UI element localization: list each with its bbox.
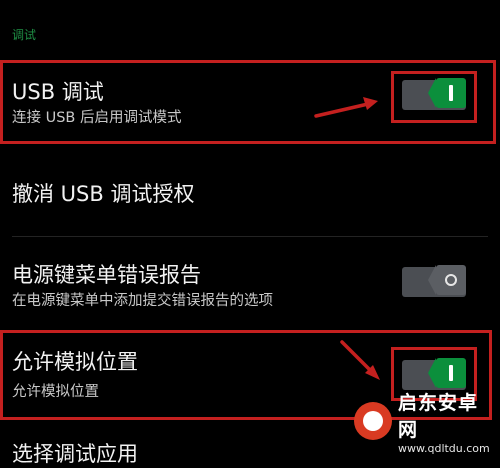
select-debug-app-row-partial[interactable]: 选择调试应用 — [12, 438, 138, 468]
revoke-usb-auth-title: 撤消 USB 调试授权 — [12, 182, 195, 206]
watermark-url: www.qdltdu.com — [398, 441, 490, 455]
section-header-debugging: 调试 — [12, 28, 37, 42]
bug-report-shortcut-row[interactable]: 电源键菜单错误报告 在电源键菜单中添加提交错误报告的选项 — [0, 237, 500, 325]
watermark-logo: 启东安卓网 www.qdltdu.com — [354, 392, 494, 455]
bug-report-shortcut-title: 电源键菜单错误报告 — [12, 263, 201, 287]
revoke-usb-auth-row[interactable]: 撤消 USB 调试授权 — [0, 150, 500, 236]
watermark-logo-icon — [354, 402, 392, 440]
usb-debugging-arrow-icon — [314, 97, 378, 118]
bug-report-shortcut-subtitle: 在电源键菜单中添加提交错误报告的选项 — [12, 293, 273, 309]
usb-debugging-toggle-highlight — [391, 71, 477, 123]
mock-location-arrow-icon — [340, 340, 380, 380]
bug-report-shortcut-toggle[interactable] — [402, 265, 466, 297]
watermark-name: 启东安卓网 — [398, 391, 479, 441]
developer-options-screen: 调试 USB 调试 连接 USB 后启用调试模式 撤消 USB 调试授权 电源键… — [0, 0, 500, 466]
